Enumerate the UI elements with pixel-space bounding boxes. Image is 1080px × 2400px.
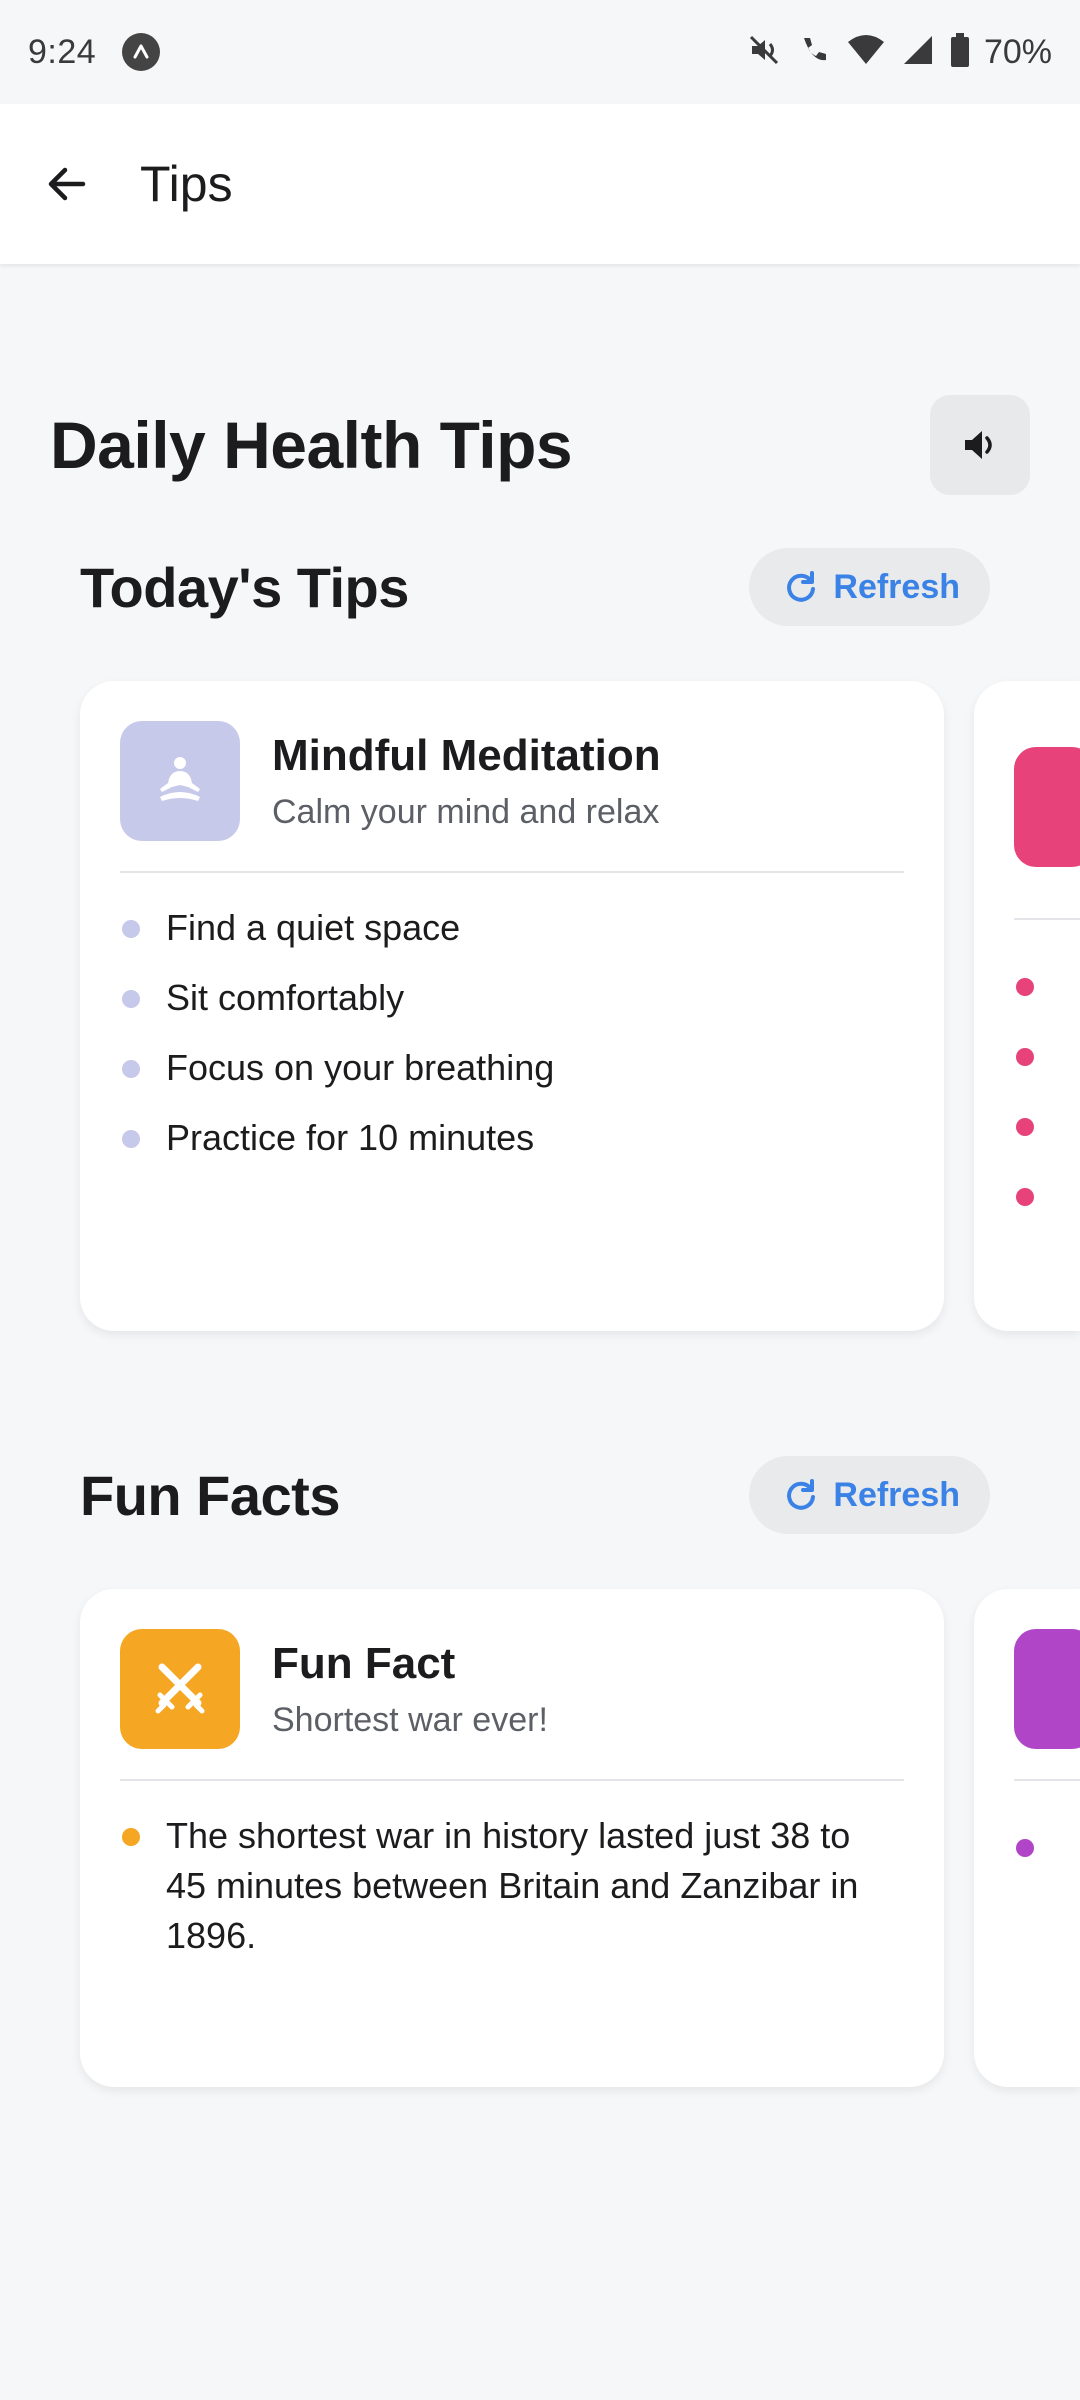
bullet-dot (1016, 1188, 1034, 1206)
card-divider (1014, 918, 1080, 920)
list-item: Focus on your breathing (120, 1043, 864, 1093)
refresh-label: Refresh (833, 567, 960, 606)
bullet-dot (1016, 978, 1034, 996)
app-badge-icon (122, 33, 161, 71)
refresh-icon (787, 571, 816, 602)
bullet-dot (1016, 1118, 1034, 1136)
list-item-text: Focus on your breathing (166, 1047, 555, 1088)
fun-facts-header: Fun Facts Refresh (80, 1455, 990, 1535)
tip-card[interactable]: Mindful Meditation Calm your mind and re… (80, 681, 944, 1331)
volume-icon (965, 431, 992, 459)
mute-icon (746, 32, 782, 73)
card-subtitle: Calm your mind and relax (272, 792, 660, 831)
card-title: Fun Fact (272, 1638, 456, 1688)
card-header: Fun Fact Shortest war ever! (120, 1629, 904, 1749)
bullet-dot (1016, 1048, 1034, 1066)
crossed-swords-icon (120, 1629, 240, 1749)
battery-icon (950, 32, 970, 73)
fact-card[interactable]: Fun Fact Shortest war ever! The shortest… (80, 1589, 944, 2087)
battery-percent: 70% (983, 32, 1052, 71)
bullet-dot (122, 1828, 140, 1846)
bullet-dot (122, 920, 140, 938)
page-header: Daily Health Tips (50, 390, 1030, 500)
bullet-dot (122, 1060, 140, 1078)
card-subtitle: Shortest war ever! (272, 1700, 548, 1739)
wifi-icon (846, 32, 886, 73)
card-divider (120, 871, 904, 873)
next-tip-card-peek[interactable] (974, 681, 1080, 1331)
status-icons: 70% (746, 32, 1052, 73)
refresh-tips-button[interactable]: Refresh (749, 548, 990, 626)
app-bar-title: Tips (140, 156, 233, 212)
list-item: The shortest war in history lasted just … (120, 1811, 864, 1961)
card-title: Mindful Meditation (272, 730, 661, 780)
arrow-left-icon (48, 167, 86, 201)
status-bar: 9:24 70% (0, 0, 1080, 104)
refresh-icon (787, 1479, 816, 1510)
tip-list: Find a quiet space Sit comfortably Focus… (120, 903, 864, 1183)
card-divider (1014, 1779, 1080, 1781)
next-fact-card-peek[interactable] (974, 1589, 1080, 2087)
app-bar: Tips (0, 104, 1080, 264)
signal-icon (900, 32, 936, 73)
next-card-icon (1014, 1629, 1080, 1749)
bullet-dot (122, 1130, 140, 1148)
section-title: Fun Facts (80, 1463, 340, 1527)
todays-tips-header: Today's Tips Refresh (80, 547, 990, 627)
card-divider (120, 1779, 904, 1781)
fact-list: The shortest war in history lasted just … (120, 1811, 864, 1981)
section-title: Today's Tips (80, 555, 409, 619)
status-time: 9:24 (28, 32, 97, 71)
list-item-text: Practice for 10 minutes (166, 1117, 535, 1158)
refresh-label: Refresh (833, 1475, 960, 1514)
list-item-text: Sit comfortably (166, 977, 405, 1018)
list-item: Sit comfortably (120, 973, 864, 1023)
wifi-call-icon (796, 32, 832, 73)
sound-button[interactable] (930, 395, 1030, 495)
page-title: Daily Health Tips (50, 408, 573, 482)
list-item: Practice for 10 minutes (120, 1113, 864, 1163)
refresh-facts-button[interactable]: Refresh (749, 1456, 990, 1534)
back-button[interactable] (22, 139, 112, 229)
card-header: Mindful Meditation Calm your mind and re… (120, 721, 904, 841)
meditation-icon (120, 721, 240, 841)
bullet-dot (1016, 1839, 1034, 1857)
next-card-icon (1014, 747, 1080, 867)
list-item: Find a quiet space (120, 903, 864, 953)
list-item-text: The shortest war in history lasted just … (166, 1815, 859, 1956)
list-item-text: Find a quiet space (166, 907, 461, 948)
bullet-dot (122, 990, 140, 1008)
